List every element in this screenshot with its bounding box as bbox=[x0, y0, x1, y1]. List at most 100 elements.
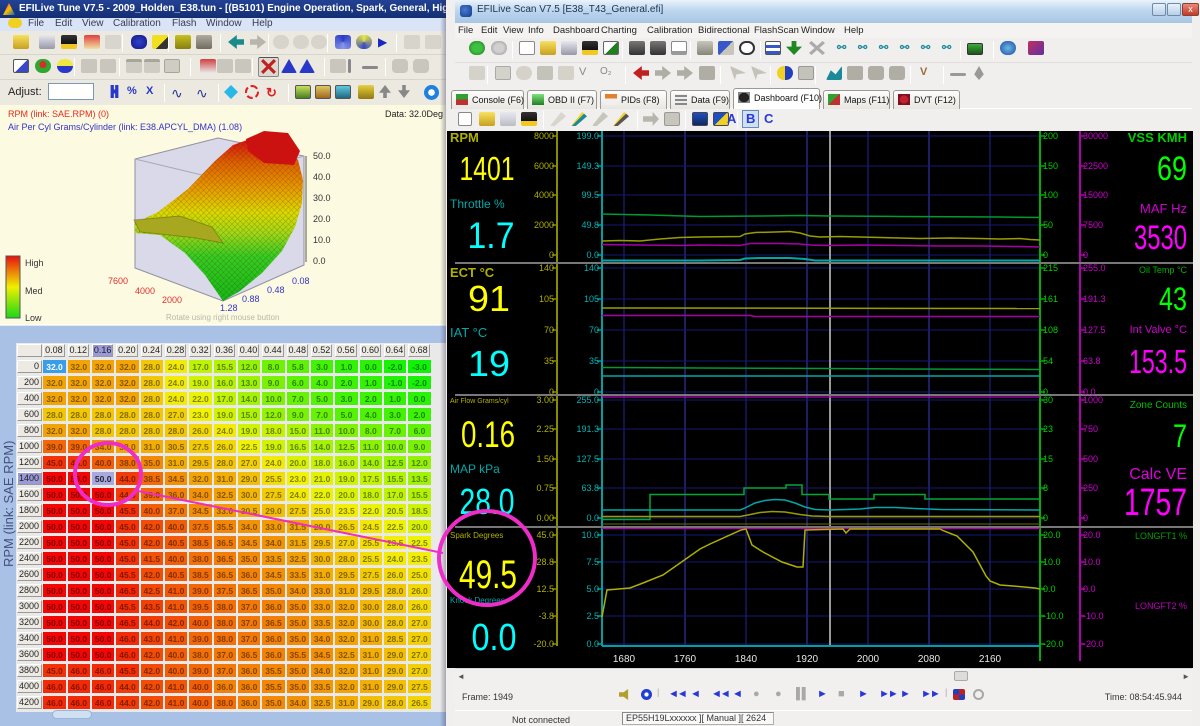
svg-text:Throttle %: Throttle % bbox=[450, 197, 505, 211]
svg-text:28.8: 28.8 bbox=[536, 557, 554, 567]
svg-text:3530: 3530 bbox=[1134, 219, 1187, 257]
svg-text:99.5: 99.5 bbox=[581, 190, 599, 200]
svg-text:63.8: 63.8 bbox=[1083, 356, 1101, 366]
svg-text:191.3: 191.3 bbox=[1083, 294, 1106, 304]
svg-text:50: 50 bbox=[1043, 220, 1053, 230]
svg-text:40.0: 40.0 bbox=[313, 172, 331, 182]
svg-text:1000: 1000 bbox=[1083, 395, 1103, 405]
svg-text:MAF Hz: MAF Hz bbox=[1140, 201, 1187, 216]
svg-text:1680: 1680 bbox=[613, 654, 636, 665]
svg-text:35: 35 bbox=[589, 356, 599, 366]
svg-text:0.0: 0.0 bbox=[586, 639, 599, 649]
svg-text:140: 140 bbox=[539, 263, 554, 273]
svg-text:Air Flow Grams/cyl: Air Flow Grams/cyl bbox=[450, 398, 509, 405]
svg-text:191.3: 191.3 bbox=[576, 424, 599, 434]
svg-text:0.0: 0.0 bbox=[586, 250, 599, 260]
svg-text:255.0: 255.0 bbox=[576, 395, 599, 405]
svg-text:1840: 1840 bbox=[735, 654, 758, 665]
svg-text:-20.0: -20.0 bbox=[1043, 639, 1064, 649]
svg-text:43: 43 bbox=[1159, 281, 1187, 317]
svg-text:105: 105 bbox=[584, 294, 599, 304]
svg-text:LONGFT2 %: LONGFT2 % bbox=[1135, 601, 1187, 611]
svg-text:35: 35 bbox=[544, 356, 554, 366]
svg-text:3.00: 3.00 bbox=[536, 395, 554, 405]
svg-text:2160: 2160 bbox=[979, 654, 1002, 665]
svg-text:10.0: 10.0 bbox=[313, 235, 331, 245]
svg-text:15000: 15000 bbox=[1083, 190, 1108, 200]
svg-text:2000: 2000 bbox=[162, 295, 182, 305]
svg-text:10.0: 10.0 bbox=[581, 530, 599, 540]
svg-text:28.0: 28.0 bbox=[460, 481, 515, 522]
svg-text:10.0: 10.0 bbox=[1043, 557, 1061, 567]
svg-text:0.88: 0.88 bbox=[242, 294, 260, 304]
svg-text:LONGFT1 %: LONGFT1 % bbox=[1135, 531, 1187, 541]
svg-text:250: 250 bbox=[1083, 483, 1098, 493]
svg-text:7500: 7500 bbox=[1083, 220, 1103, 230]
svg-text:1401: 1401 bbox=[460, 150, 515, 187]
svg-text:215: 215 bbox=[1043, 263, 1058, 273]
svg-text:Oil Temp °C: Oil Temp °C bbox=[1139, 265, 1187, 275]
svg-text:49.8: 49.8 bbox=[581, 220, 599, 230]
svg-text:Med: Med bbox=[25, 286, 43, 296]
svg-text:0.0: 0.0 bbox=[472, 617, 517, 659]
svg-text:500: 500 bbox=[1083, 454, 1098, 464]
svg-text:0: 0 bbox=[549, 250, 554, 260]
svg-text:750: 750 bbox=[1083, 424, 1098, 434]
svg-text:200: 200 bbox=[1043, 131, 1058, 141]
svg-text:Spark Degrees: Spark Degrees bbox=[450, 531, 503, 540]
svg-text:2.25: 2.25 bbox=[536, 424, 554, 434]
svg-text:1920: 1920 bbox=[796, 654, 819, 665]
svg-text:4000: 4000 bbox=[135, 286, 155, 296]
svg-text:0: 0 bbox=[1083, 250, 1088, 260]
svg-text:108: 108 bbox=[1043, 325, 1058, 335]
svg-text:0.75: 0.75 bbox=[536, 483, 554, 493]
svg-text:70: 70 bbox=[589, 325, 599, 335]
svg-text:30000: 30000 bbox=[1083, 131, 1108, 141]
svg-text:127.5: 127.5 bbox=[576, 454, 599, 464]
svg-text:49.5: 49.5 bbox=[459, 553, 517, 597]
svg-text:0: 0 bbox=[1043, 513, 1048, 523]
svg-text:105: 105 bbox=[539, 294, 554, 304]
svg-text:0.00: 0.00 bbox=[536, 513, 554, 523]
svg-text:-20.0: -20.0 bbox=[533, 639, 554, 649]
svg-text:0: 0 bbox=[1043, 250, 1048, 260]
svg-text:1760: 1760 bbox=[674, 654, 697, 665]
svg-text:0.08: 0.08 bbox=[292, 276, 310, 286]
svg-text:91: 91 bbox=[468, 278, 510, 319]
svg-text:23: 23 bbox=[1043, 424, 1053, 434]
svg-text:VSS KMH: VSS KMH bbox=[1128, 131, 1187, 145]
svg-text:2000: 2000 bbox=[534, 220, 554, 230]
svg-text:19: 19 bbox=[468, 343, 510, 384]
svg-text:0: 0 bbox=[1083, 513, 1088, 523]
svg-text:-3.8: -3.8 bbox=[538, 611, 554, 621]
svg-text:69: 69 bbox=[1157, 150, 1187, 188]
svg-text:-10.0: -10.0 bbox=[1043, 611, 1064, 621]
svg-text:0.48: 0.48 bbox=[267, 285, 285, 295]
svg-text:10.0: 10.0 bbox=[1083, 557, 1101, 567]
svg-text:-20.0: -20.0 bbox=[1083, 639, 1104, 649]
svg-text:20.0: 20.0 bbox=[313, 214, 331, 224]
svg-text:50.0: 50.0 bbox=[313, 151, 331, 161]
svg-text:0.0: 0.0 bbox=[1083, 584, 1096, 594]
svg-text:22500: 22500 bbox=[1083, 161, 1108, 171]
svg-text:6000: 6000 bbox=[534, 161, 554, 171]
svg-text:161: 161 bbox=[1043, 294, 1058, 304]
svg-text:70: 70 bbox=[544, 325, 554, 335]
svg-text:1757: 1757 bbox=[1124, 482, 1187, 524]
svg-text:63.8: 63.8 bbox=[581, 483, 599, 493]
svg-text:0.0: 0.0 bbox=[586, 513, 599, 523]
svg-text:12.5: 12.5 bbox=[536, 584, 554, 594]
svg-text:8: 8 bbox=[1043, 483, 1048, 493]
svg-text:45.0: 45.0 bbox=[536, 530, 554, 540]
svg-text:255.0: 255.0 bbox=[1083, 263, 1106, 273]
svg-text:20.0: 20.0 bbox=[1043, 530, 1061, 540]
svg-text:2.5: 2.5 bbox=[586, 611, 599, 621]
svg-text:IAT °C: IAT °C bbox=[450, 325, 487, 340]
svg-text:15: 15 bbox=[1043, 454, 1053, 464]
svg-text:199.0: 199.0 bbox=[576, 131, 599, 141]
svg-text:149.3: 149.3 bbox=[576, 161, 599, 171]
svg-text:30.0: 30.0 bbox=[313, 193, 331, 203]
svg-text:Knock Degrees: Knock Degrees bbox=[450, 596, 505, 605]
svg-text:Int Valve °C: Int Valve °C bbox=[1130, 324, 1187, 336]
svg-text:8000: 8000 bbox=[534, 131, 554, 141]
